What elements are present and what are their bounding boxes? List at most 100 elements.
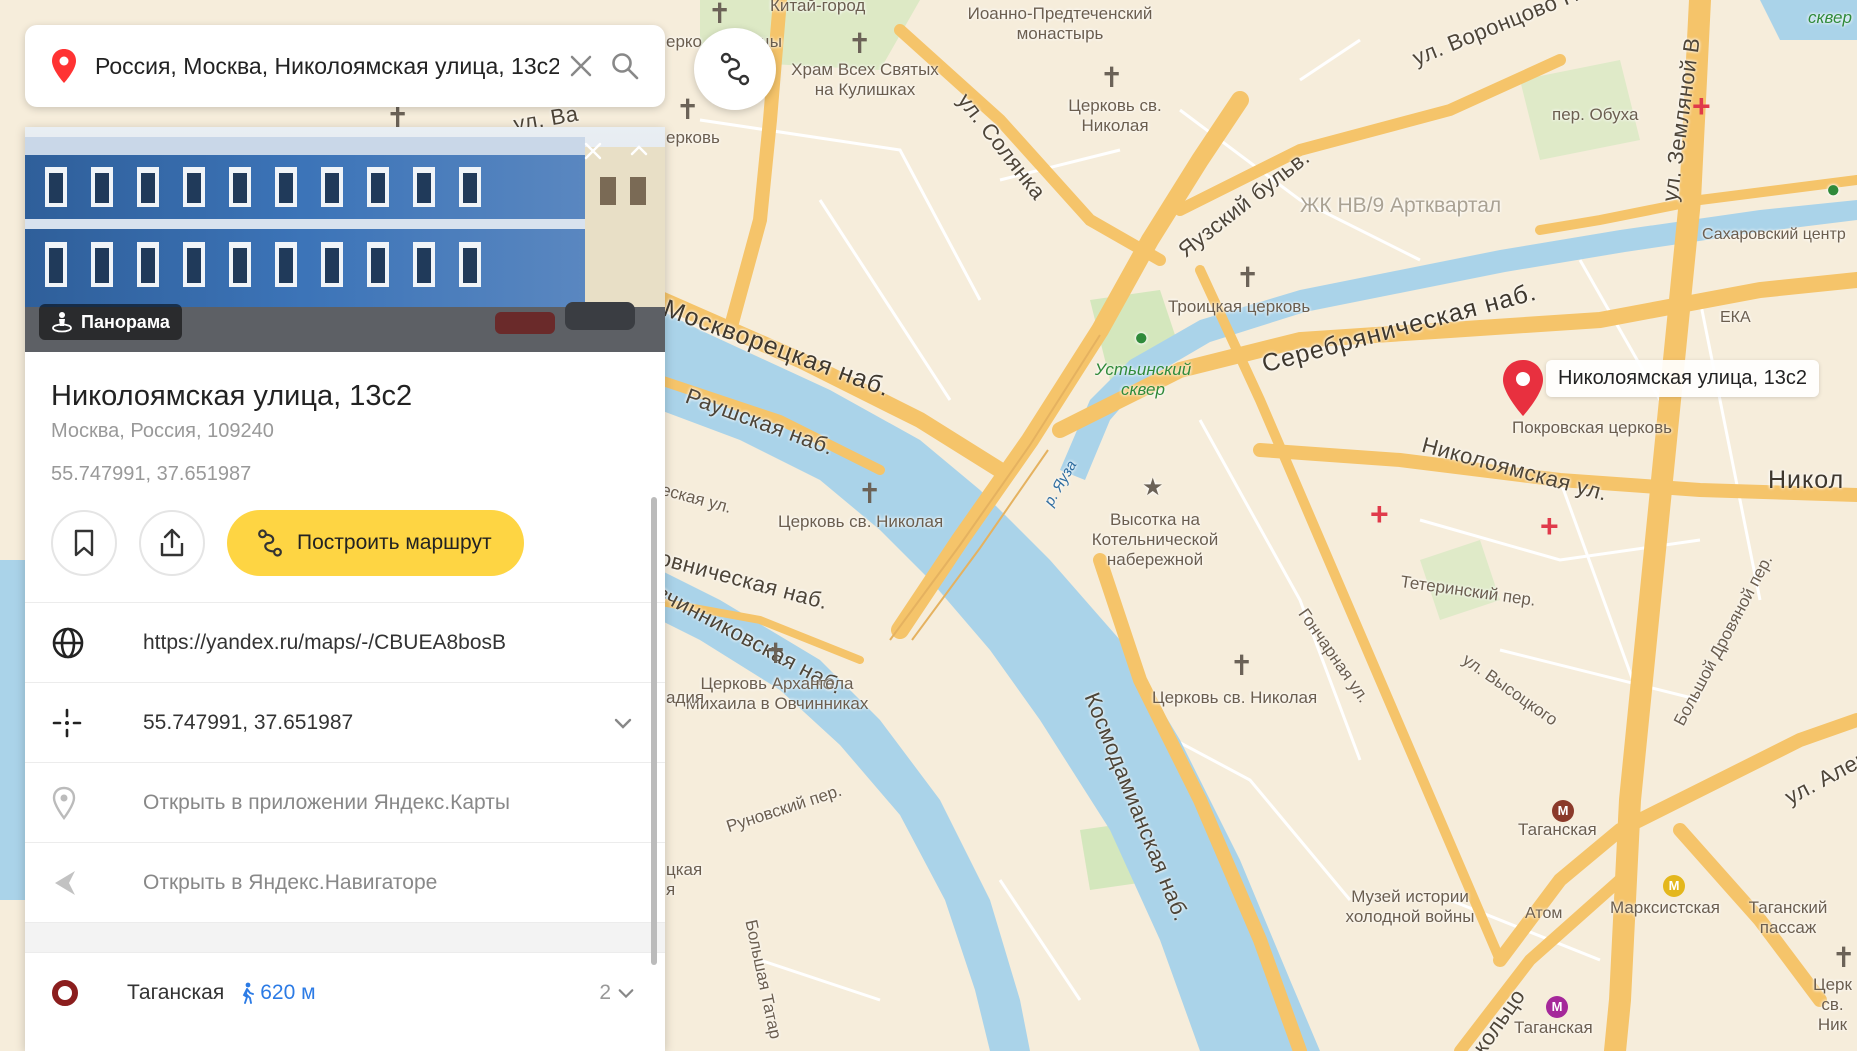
park-icon[interactable]: ●: [1826, 178, 1841, 202]
map-label-atom: Атом: [1525, 905, 1563, 922]
map-label-taganskaya-bottom: Таганская: [1514, 1018, 1593, 1037]
church-icon[interactable]: ✝: [1100, 64, 1123, 92]
globe-icon: [52, 627, 84, 658]
map-label-sakharovsky: Сахаровский центр: [1702, 226, 1846, 243]
location-pin-icon: [52, 49, 76, 83]
coordinates-value: 55.747991, 37.651987: [143, 710, 354, 734]
map-label-kitay-gorod: Китай-город: [770, 0, 866, 15]
map-label-church-nikolaya-mid: Церковь св. Николая: [778, 512, 944, 531]
map-label-vysotka: Высотка на Котельнической набережной: [1091, 510, 1219, 569]
panorama-preview[interactable]: Панорама: [25, 127, 665, 352]
metro-routes-toggle[interactable]: 2: [599, 981, 635, 1005]
map-label-church-nikolaya-low: Церковь св. Николая: [1152, 688, 1318, 707]
place-card: Панорама Николоямская улица, 13с2 Москва…: [25, 127, 665, 1051]
close-icon: [570, 55, 592, 77]
share-button[interactable]: [139, 510, 205, 576]
search-button[interactable]: [603, 44, 647, 88]
metro-distance: 620 м: [238, 980, 316, 1005]
panorama-person-icon: [52, 312, 72, 333]
church-icon[interactable]: ✝: [676, 96, 699, 124]
map-label-ustinsky: Устьинский сквер: [1094, 360, 1192, 399]
metro-station-name: Таганская: [127, 980, 225, 1004]
bookmark-button[interactable]: [51, 510, 117, 576]
crosshair-icon: [52, 708, 82, 737]
navigator-arrow-icon: [55, 870, 75, 895]
chevron-down-icon: [618, 988, 634, 998]
map-label-taganskaya-top: Таганская: [1518, 820, 1597, 839]
map-label-erko: ерко: [666, 32, 702, 51]
panorama-label: Панорама: [81, 311, 170, 332]
panorama-badge[interactable]: Панорама: [39, 304, 182, 340]
location-pin-icon: [1503, 360, 1543, 416]
route-icon: [258, 529, 282, 557]
map-label-church-nikolaya-top: Церковь св. Николая: [1068, 96, 1162, 135]
open-in-app-row[interactable]: Открыть в приложении Яндекс.Карты: [25, 762, 665, 842]
clear-search-button[interactable]: [559, 44, 603, 88]
place-coordinates: 55.747991, 37.651987: [51, 463, 252, 485]
map-label-muzey: Музей истории холодной войны: [1345, 887, 1475, 926]
map-label-tserk-right: Церк св. Ник: [1813, 975, 1852, 1034]
close-panorama-button[interactable]: [583, 139, 603, 165]
bookmark-icon: [74, 529, 94, 557]
map-label-khram: Храм Всех Святых на Кулишках: [791, 60, 939, 99]
search-bar: [25, 25, 665, 107]
coordinates-row[interactable]: 55.747991, 37.651987: [25, 682, 665, 762]
metro-icon[interactable]: M: [1546, 996, 1568, 1018]
map-label-ioanno: Иоанно-Предтеченский монастырь: [967, 4, 1153, 43]
place-address: Москва, Россия, 109240: [51, 420, 274, 442]
metro-icon[interactable]: M: [1663, 875, 1685, 897]
routes-button[interactable]: [694, 28, 776, 110]
church-icon[interactable]: ✝: [1236, 264, 1259, 292]
collapse-panorama-button[interactable]: [629, 139, 649, 165]
metro-station-icon: [52, 979, 78, 1006]
chevron-up-icon: [630, 145, 648, 156]
map-label-marksistskaya: Марксистская: [1610, 898, 1720, 917]
church-icon[interactable]: ✝: [708, 0, 731, 28]
link-row[interactable]: https://yandex.ru/maps/-/CBUEA8bosB: [25, 602, 665, 682]
map-label-skver-top: сквер: [1808, 8, 1852, 27]
metro-icon[interactable]: M: [1552, 800, 1574, 822]
place-details: Николоямская улица, 13с2 Москва, Россия,…: [25, 352, 665, 576]
hospital-icon[interactable]: +: [1692, 90, 1711, 122]
build-route-label: Построить маршрут: [297, 531, 492, 554]
map-label-pokrovskaya: Покровская церковь: [1512, 418, 1672, 437]
map-label-nikol: Никол: [1768, 466, 1845, 494]
hospital-icon[interactable]: +: [1540, 510, 1559, 542]
chevron-down-icon[interactable]: [611, 713, 635, 733]
search-input[interactable]: [95, 52, 559, 80]
map-label-tagansky-passage: Таганский пассаж: [1748, 898, 1828, 937]
church-icon[interactable]: ✝: [848, 30, 871, 58]
metro-distance-value: 620 м: [260, 980, 316, 1004]
church-icon[interactable]: ✝: [764, 640, 787, 668]
metro-routes-count: 2: [599, 980, 611, 1004]
action-buttons: Построить маршрут: [51, 510, 639, 576]
church-icon[interactable]: ✝: [1230, 652, 1253, 680]
build-route-button[interactable]: Построить маршрут: [227, 510, 524, 576]
location-marker-label[interactable]: Николоямская улица, 13с2: [1546, 360, 1820, 397]
map-label-obukha: пер. Обуха: [1552, 105, 1639, 124]
map-label-ya-left: я: [666, 880, 676, 899]
map-label-troitskaya: Троицкая церковь: [1168, 297, 1311, 316]
close-icon: [584, 142, 602, 160]
map-label-skaya-left: цкая: [666, 860, 703, 879]
open-in-navigator-row[interactable]: Открыть в Яндекс.Навигаторе: [25, 842, 665, 922]
church-icon[interactable]: ✝: [1832, 944, 1855, 972]
search-icon: [612, 53, 639, 80]
map-label-zhk: ЖК НВ/9 Артквартал: [1300, 194, 1502, 217]
metro-row[interactable]: Таганская 620 м 2: [25, 952, 665, 1032]
panel-scrollbar[interactable]: [651, 497, 657, 965]
route-icon: [720, 52, 750, 86]
open-in-app-label: Открыть в приложении Яндекс.Карты: [143, 790, 510, 814]
hospital-icon[interactable]: +: [1370, 498, 1389, 530]
short-link[interactable]: https://yandex.ru/maps/-/CBUEA8bosB: [143, 631, 635, 655]
park-icon[interactable]: ●: [1134, 326, 1149, 350]
open-in-navigator-label: Открыть в Яндекс.Навигаторе: [143, 870, 438, 894]
church-icon[interactable]: ✝: [858, 480, 881, 508]
place-title: Николоямская улица, 13с2: [51, 380, 413, 412]
maps-pin-icon: [52, 786, 76, 820]
map-label-eka: ЕКА: [1720, 309, 1751, 326]
share-icon: [160, 528, 184, 557]
section-divider: [25, 922, 665, 952]
map-label-cerk-top-left: ерковь: [666, 128, 720, 147]
landmark-star-icon[interactable]: ★: [1142, 476, 1164, 500]
